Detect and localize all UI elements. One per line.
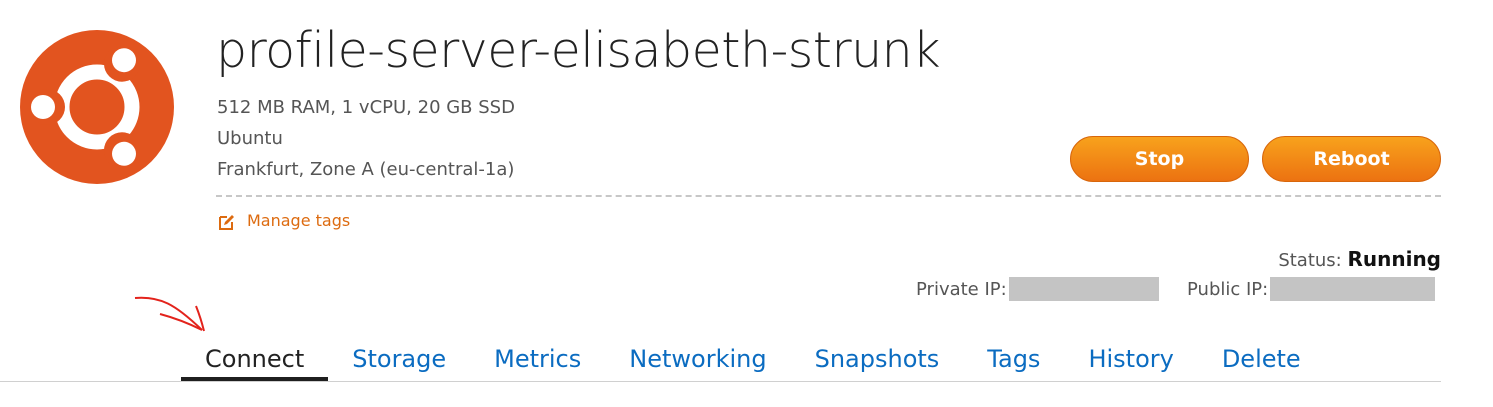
tab-tags[interactable]: Tags bbox=[963, 336, 1064, 382]
instance-name: profile-server-elisabeth-strunk bbox=[216, 22, 941, 79]
private-ip-label: Private IP: bbox=[916, 278, 1007, 300]
ubuntu-logo-icon bbox=[20, 30, 174, 184]
instance-specs: 512 MB RAM, 1 vCPU, 20 GB SSD bbox=[217, 97, 515, 118]
status-value: Running bbox=[1347, 247, 1441, 271]
status-label: Status: bbox=[1278, 250, 1342, 271]
public-ip: Public IP: bbox=[1187, 277, 1436, 301]
instance-os: Ubuntu bbox=[217, 128, 283, 149]
tab-delete[interactable]: Delete bbox=[1198, 336, 1325, 382]
header-divider bbox=[216, 195, 1441, 197]
manage-tags-label: Manage tags bbox=[247, 211, 351, 230]
status-indicator: Status: Running bbox=[1278, 247, 1441, 271]
annotation-arrow-icon bbox=[134, 296, 205, 332]
instance-tabs: Connect Storage Metrics Networking Snaps… bbox=[181, 336, 1325, 382]
manage-tags-link[interactable]: Manage tags bbox=[218, 210, 350, 231]
tab-storage[interactable]: Storage bbox=[328, 336, 470, 382]
tab-networking[interactable]: Networking bbox=[605, 336, 790, 382]
public-ip-label: Public IP: bbox=[1187, 278, 1269, 300]
instance-page: profile-server-elisabeth-strunk 512 MB R… bbox=[0, 0, 1493, 407]
stop-button[interactable]: Stop bbox=[1070, 136, 1249, 182]
edit-icon bbox=[219, 215, 234, 230]
public-ip-redacted bbox=[1270, 277, 1436, 301]
private-ip: Private IP: bbox=[916, 277, 1159, 301]
reboot-button[interactable]: Reboot bbox=[1262, 136, 1441, 182]
tab-snapshots[interactable]: Snapshots bbox=[791, 336, 964, 382]
tab-history[interactable]: History bbox=[1064, 336, 1197, 382]
tab-metrics[interactable]: Metrics bbox=[470, 336, 605, 382]
tab-connect[interactable]: Connect bbox=[181, 336, 329, 382]
tabs-baseline bbox=[0, 381, 1441, 382]
instance-location: Frankfurt, Zone A (eu-central-1a) bbox=[217, 159, 515, 180]
private-ip-redacted bbox=[1008, 277, 1159, 301]
